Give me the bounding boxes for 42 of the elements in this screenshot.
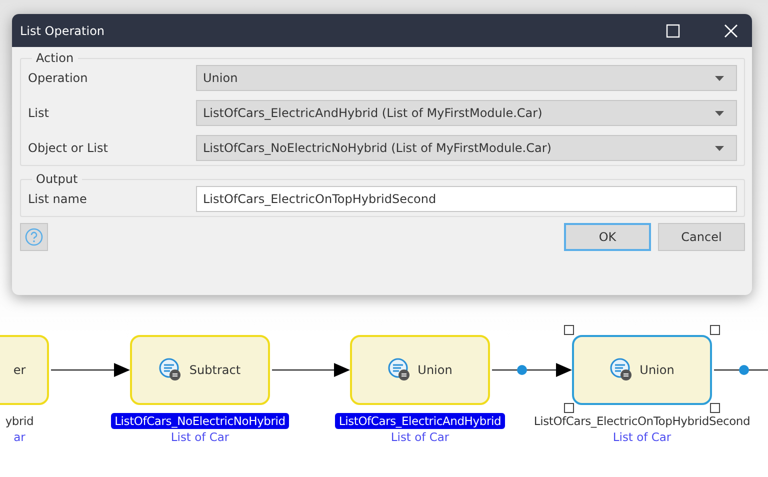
resize-handle[interactable] <box>564 325 574 335</box>
activity-node[interactable]: Union <box>350 335 490 405</box>
dialog-button[interactable]: OK <box>564 223 651 251</box>
dropdown[interactable]: Union <box>196 65 737 91</box>
dialog-button[interactable]: Cancel <box>658 223 745 251</box>
caret-icon <box>715 110 724 116</box>
resize-handle[interactable] <box>564 403 574 413</box>
resize-handle[interactable] <box>710 403 720 413</box>
caret-icon <box>715 146 724 150</box>
variable-type: List of Car <box>170 430 230 444</box>
activity-node[interactable]: er <box>0 335 49 405</box>
dropdown[interactable]: ListOfCars_NoElectricNoHybrid (List of MyFirstModule.Car) <box>196 135 737 161</box>
maximize-icon[interactable] <box>666 24 680 38</box>
node-label: Subtract <box>189 363 241 377</box>
variable-name: ybrid <box>4 413 35 429</box>
group-title: Action <box>35 51 75 65</box>
node-label: er <box>13 363 26 377</box>
variable-name: ListOfCars_ElectricAndHybrid <box>334 413 506 429</box>
close-icon[interactable] <box>724 24 738 38</box>
field-label: List <box>28 106 50 120</box>
variable-type: List of Car <box>390 430 450 444</box>
variable-name: ListOfCars_NoElectricNoHybrid <box>110 413 290 429</box>
dropdown[interactable]: ListOfCars_ElectricAndHybrid (List of MyFirstModule.Car) <box>196 100 737 126</box>
list-operation-icon <box>159 358 184 382</box>
variable-name: ListOfCars_ElectricOnTopHybridSecond <box>532 413 752 429</box>
activity-node[interactable]: Subtract <box>130 335 270 405</box>
help-icon <box>25 228 43 246</box>
list-operation-icon <box>610 358 634 382</box>
window-title: List Operation <box>20 24 106 38</box>
caret-icon <box>715 76 724 80</box>
field-label: List name <box>28 192 88 206</box>
node-label: Union <box>418 363 452 377</box>
group-title: Output <box>35 172 79 186</box>
activity-node[interactable]: Union <box>572 335 712 405</box>
variable-type: ar <box>14 430 26 444</box>
resize-handle[interactable] <box>710 325 720 335</box>
list-operation-icon <box>388 358 412 382</box>
node-label: Union <box>640 363 674 377</box>
text-field[interactable]: ListOfCars_ElectricOnTopHybridSecond <box>196 186 737 212</box>
variable-type: List of Car <box>612 430 672 444</box>
field-label: Object or List <box>28 141 109 155</box>
field-label: Operation <box>28 71 89 85</box>
